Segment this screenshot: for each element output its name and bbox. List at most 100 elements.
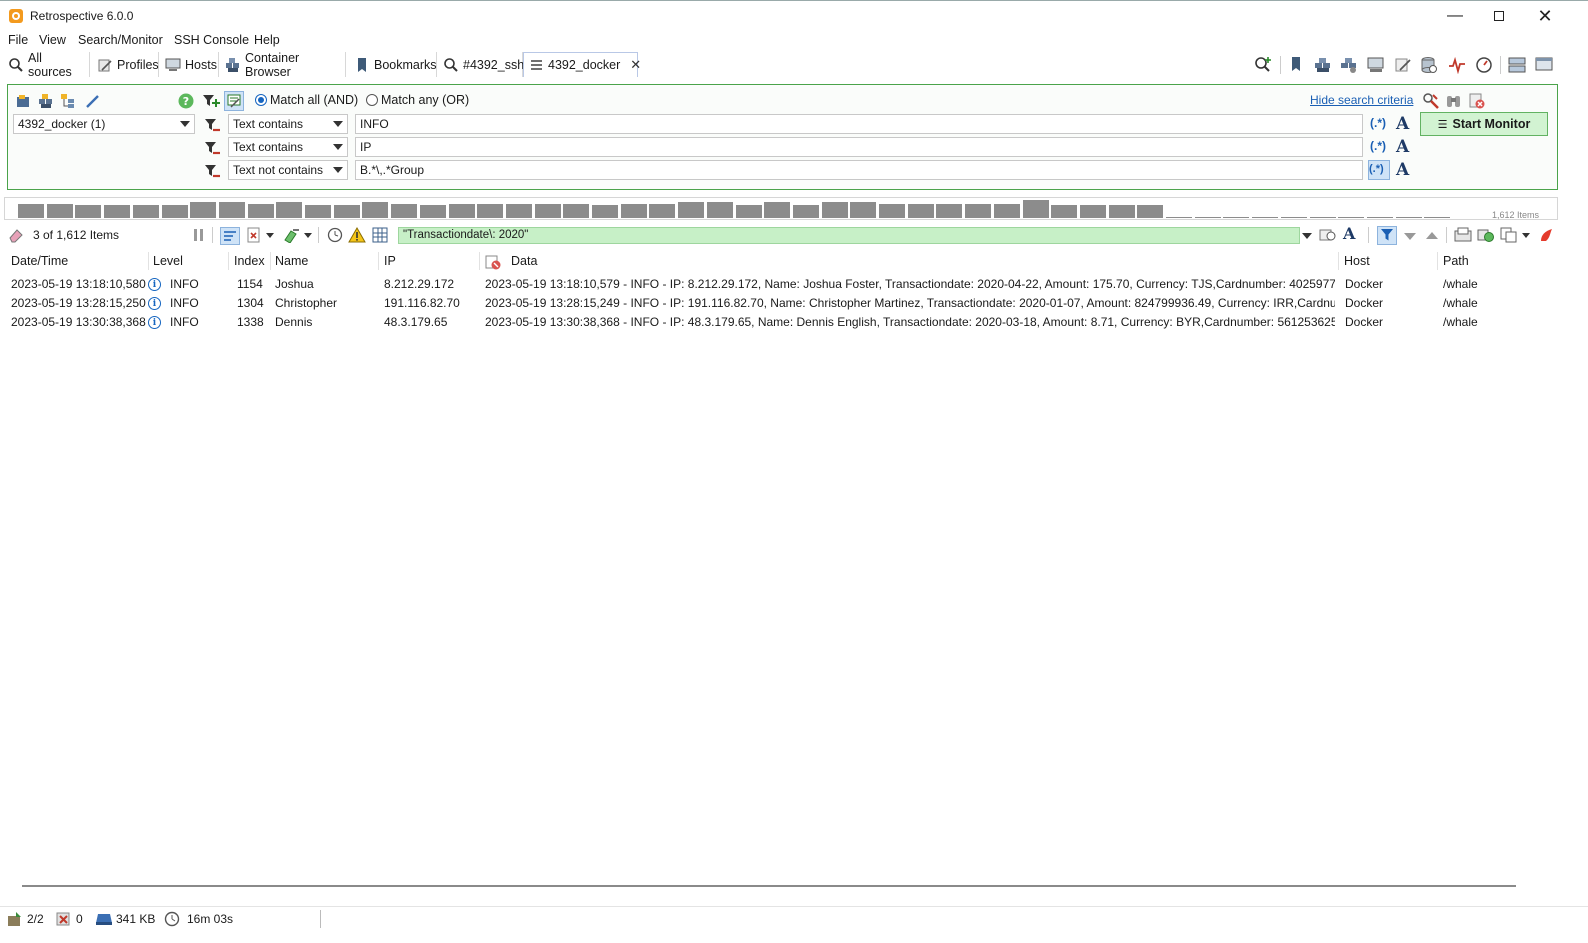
match-any-radio[interactable]: Match any (OR) (366, 93, 469, 107)
container-manage-icon[interactable] (1340, 56, 1356, 73)
database-icon[interactable] (1420, 56, 1437, 73)
tab-container-browser[interactable]: Container Browser (221, 51, 346, 79)
tab-all-sources[interactable]: All sources (4, 51, 90, 79)
regex-toggle-active-icon[interactable]: (.*) (1368, 160, 1390, 180)
previous-match-icon[interactable] (1426, 232, 1438, 239)
remove-filter-icon[interactable] (204, 140, 220, 156)
column-header-ip[interactable]: IP (384, 254, 396, 268)
clear-highlight-icon[interactable] (1538, 227, 1554, 243)
menu-ssh-console[interactable]: SSH Console (174, 33, 249, 47)
regex-toggle-icon[interactable]: (.*) (1370, 139, 1390, 155)
column-divider[interactable] (270, 252, 271, 270)
filter-history-icon[interactable] (1319, 227, 1336, 243)
highlight-icon[interactable] (283, 227, 299, 243)
menu-search-monitor[interactable]: Search/Monitor (78, 33, 163, 47)
activity-icon[interactable] (1448, 56, 1465, 74)
filter-options-icon[interactable] (224, 91, 244, 111)
case-sensitive-icon[interactable]: A (1396, 114, 1412, 134)
menu-view[interactable]: View (39, 33, 66, 47)
add-source-icon[interactable] (16, 93, 32, 109)
tree-source-icon[interactable] (60, 93, 76, 109)
tab-4392-ssh[interactable]: #4392_ssh (439, 52, 524, 77)
criteria-value-input-3[interactable]: B.*\,.*Group (355, 160, 1363, 180)
close-tab-icon[interactable]: ✕ (630, 57, 641, 73)
edit-source-icon[interactable] (84, 93, 100, 109)
chevron-down-icon[interactable] (1522, 233, 1530, 238)
grid-icon[interactable] (372, 227, 388, 243)
column-divider[interactable] (1338, 252, 1339, 270)
remove-filter-icon[interactable] (204, 117, 220, 133)
menu-file[interactable]: File (8, 33, 28, 47)
menu-help[interactable]: Help (254, 33, 280, 47)
regex-toggle-icon[interactable]: (.*) (1370, 116, 1390, 132)
warning-icon[interactable] (348, 227, 366, 243)
source-select[interactable]: 4392_docker (1) (13, 114, 195, 134)
tab-bookmarks[interactable]: Bookmarks (350, 52, 437, 77)
filter-results-icon[interactable] (1377, 226, 1397, 245)
criteria-value-input-1[interactable]: INFO (355, 114, 1363, 134)
criteria-value-input-2[interactable]: IP (355, 137, 1363, 157)
case-sensitive-icon[interactable]: A (1396, 137, 1412, 157)
column-header-path[interactable]: Path (1443, 254, 1469, 268)
tab-hosts[interactable]: Hosts (161, 52, 219, 77)
column-header-data[interactable]: Data (511, 254, 537, 268)
host-icon[interactable] (1367, 56, 1384, 72)
table-row[interactable]: 2023-05-19 13:28:15,250 i INFO 1304 Chri… (4, 294, 1558, 313)
container-add-icon[interactable] (1314, 56, 1330, 72)
bookmark-add-icon[interactable] (1288, 56, 1304, 72)
clock-icon[interactable] (327, 227, 343, 243)
case-sensitive-icon[interactable]: A (1396, 160, 1412, 180)
export-icon[interactable] (246, 227, 262, 243)
new-search-icon[interactable] (1254, 56, 1271, 72)
chevron-down-icon[interactable] (1302, 233, 1312, 239)
column-divider[interactable] (228, 252, 229, 270)
eraser-icon[interactable] (8, 227, 24, 243)
hide-search-criteria-link[interactable]: Hide search criteria (1310, 93, 1413, 107)
pause-icon[interactable] (193, 228, 205, 242)
start-monitor-button[interactable]: ☰ Start Monitor (1420, 112, 1548, 136)
copy-icon[interactable] (1500, 227, 1517, 243)
column-divider[interactable] (479, 252, 480, 270)
match-all-radio[interactable]: Match all (AND) (255, 93, 358, 107)
save-log-icon[interactable] (1454, 227, 1472, 243)
column-divider[interactable] (148, 252, 149, 270)
result-filter-input[interactable]: "Transactiondate\: 2020" (398, 227, 1300, 244)
horizontal-scrollbar[interactable] (22, 885, 1516, 887)
next-match-icon[interactable] (1404, 233, 1416, 240)
criteria-operator-select-3[interactable]: Text not contains (228, 160, 348, 180)
container-source-icon[interactable] (38, 93, 54, 109)
column-header-datetime[interactable]: Date/Time (11, 254, 68, 268)
clear-criteria-icon[interactable] (1422, 92, 1439, 109)
column-header-level[interactable]: Level (153, 254, 183, 268)
case-sensitive-icon[interactable]: A (1343, 224, 1355, 243)
layout-icon[interactable] (1508, 56, 1526, 73)
delete-search-icon[interactable] (1468, 92, 1485, 109)
chevron-down-icon[interactable] (304, 233, 312, 238)
edit-profile-icon[interactable] (1394, 56, 1411, 72)
binoculars-icon[interactable] (1445, 92, 1461, 108)
network-icon[interactable] (1477, 227, 1494, 243)
column-divider[interactable] (1437, 252, 1438, 270)
help-icon[interactable]: ? (178, 93, 194, 109)
remove-filter-icon[interactable] (204, 163, 220, 179)
minimize-button[interactable]: — (1432, 1, 1478, 31)
column-divider[interactable] (378, 252, 379, 270)
tab-4392-docker[interactable]: 4392_docker ✕ (523, 52, 641, 77)
close-button[interactable]: ✕ (1522, 1, 1568, 31)
maximize-button[interactable] (1476, 1, 1522, 31)
chevron-down-icon[interactable] (266, 233, 274, 238)
tab-profiles[interactable]: Profiles (93, 52, 159, 77)
add-filter-icon[interactable] (202, 93, 220, 109)
column-header-host[interactable]: Host (1344, 254, 1370, 268)
table-row[interactable]: 2023-05-19 13:30:38,368 i INFO 1338 Denn… (4, 313, 1558, 332)
console-window-icon[interactable] (1535, 56, 1553, 72)
filter-remove-column-icon[interactable] (485, 254, 501, 270)
criteria-operator-select-1[interactable]: Text contains (228, 114, 348, 134)
column-header-name[interactable]: Name (275, 254, 308, 268)
wrap-text-icon[interactable] (220, 227, 240, 245)
timeline-histogram[interactable]: 1,612 Items (4, 197, 1558, 220)
criteria-operator-select-2[interactable]: Text contains (228, 137, 348, 157)
dashboard-icon[interactable] (1475, 56, 1492, 73)
table-row[interactable]: 2023-05-19 13:18:10,580 i INFO 1154 Josh… (4, 275, 1558, 294)
column-header-index[interactable]: Index (234, 254, 265, 268)
